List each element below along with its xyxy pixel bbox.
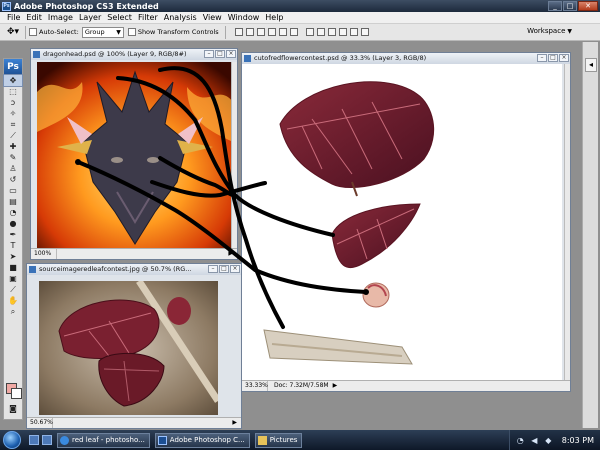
annotation-stroke xyxy=(158,66,285,329)
taskbar-item-label: Adobe Photoshop C... xyxy=(169,435,245,444)
system-tray: ◔ ◀ ◆ 8:03 PM xyxy=(508,430,600,450)
annotation-dot xyxy=(363,289,369,295)
security-icon[interactable]: ◆ xyxy=(544,436,553,445)
network-icon[interactable]: ◔ xyxy=(516,436,525,445)
windows-taskbar: red leaf - photosho... Adobe Photoshop C… xyxy=(0,430,600,450)
browser-icon xyxy=(60,435,69,445)
annotation-stroke xyxy=(76,160,368,294)
taskbar-item-label: Pictures xyxy=(269,435,298,444)
annotation-dot xyxy=(75,159,81,165)
switch-windows-icon[interactable] xyxy=(42,435,52,445)
taskbar-item-label: red leaf - photosho... xyxy=(72,435,145,444)
quick-launch xyxy=(29,435,52,445)
taskbar-item-pictures[interactable]: Pictures xyxy=(254,432,303,448)
start-button[interactable] xyxy=(3,431,21,449)
taskbar-item-photoshop[interactable]: Adobe Photoshop C... xyxy=(154,432,250,448)
show-desktop-icon[interactable] xyxy=(29,435,39,445)
taskbar-item-browser[interactable]: red leaf - photosho... xyxy=(57,432,150,448)
volume-icon[interactable]: ◀ xyxy=(530,436,539,445)
folder-icon xyxy=(257,435,267,445)
clock[interactable]: 8:03 PM xyxy=(562,436,594,445)
photoshop-icon xyxy=(157,435,167,445)
annotation-overlay xyxy=(75,66,369,329)
